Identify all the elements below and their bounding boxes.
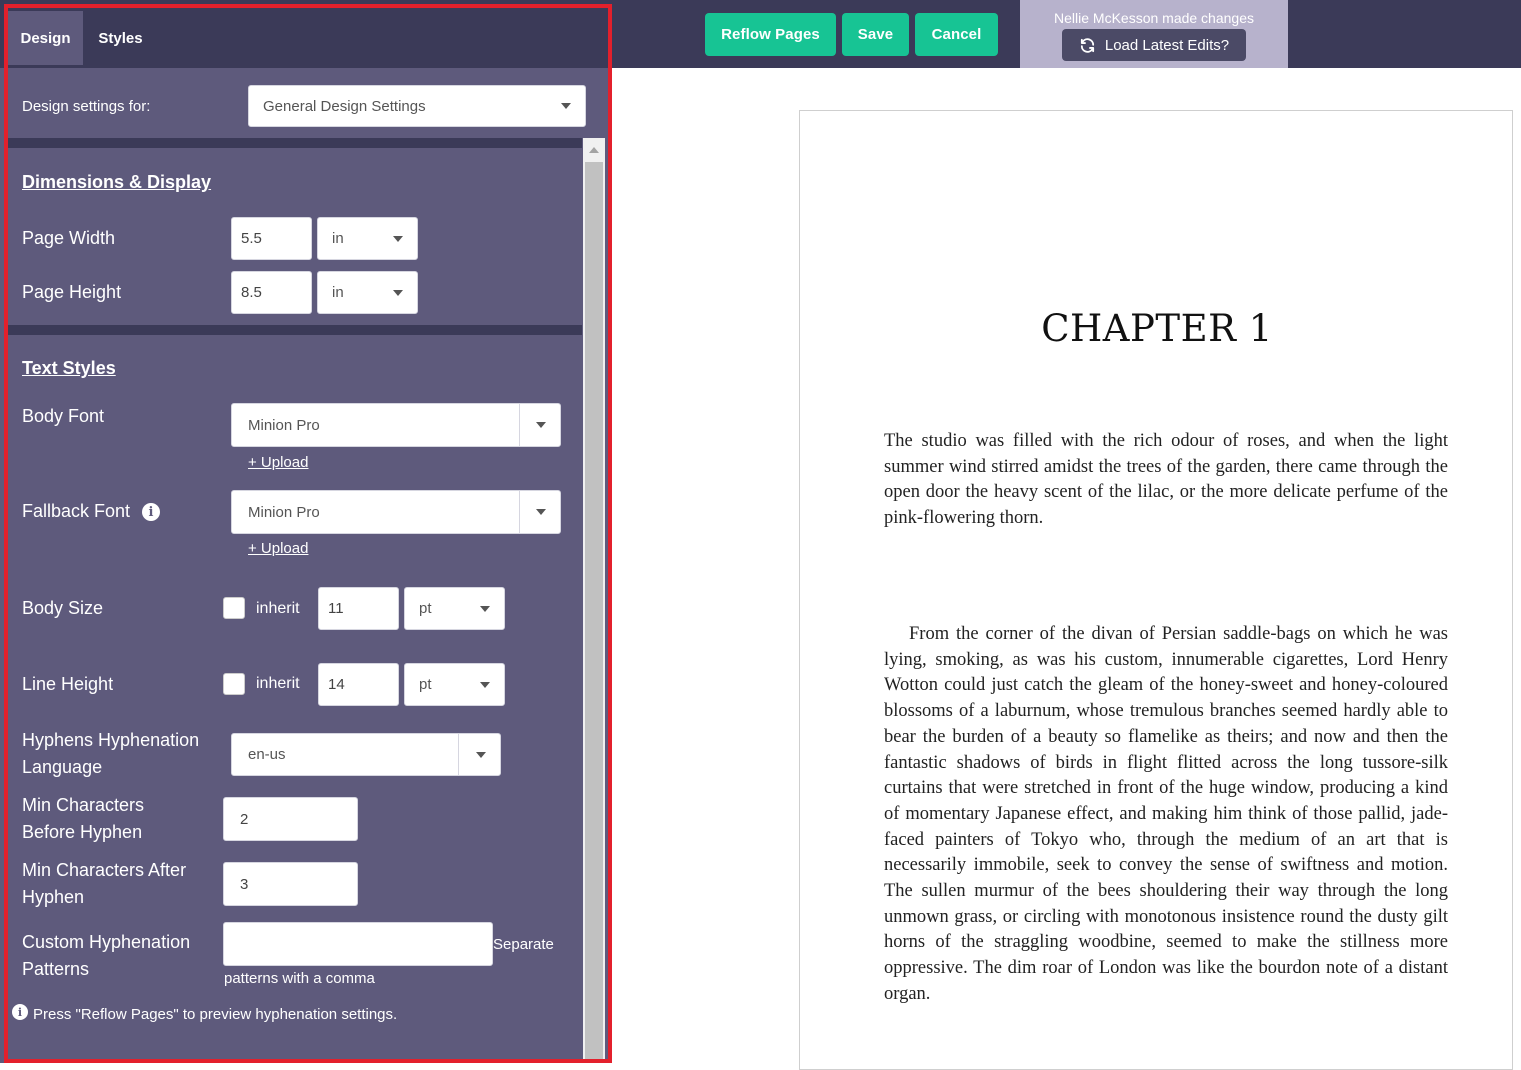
min-before-label-line2: Before Hyphen: [22, 822, 143, 842]
chevron-down-icon: [561, 103, 571, 109]
body-font-value: Minion Pro: [248, 416, 320, 434]
page-width-unit-value: in: [332, 230, 344, 247]
dimensions-heading: Dimensions & Display: [22, 172, 212, 192]
body-size-inherit-label: inherit: [256, 600, 300, 617]
page-height-unit-value: in: [332, 284, 344, 301]
text-styles-heading: Text Styles: [22, 358, 116, 378]
info-icon: i: [12, 1004, 28, 1020]
chevron-down-icon: [393, 235, 403, 242]
fallback-font-value: Minion Pro: [248, 503, 320, 521]
page-preview: CHAPTER 1 The studio was filled with the…: [799, 110, 1513, 1070]
select-divider: [519, 404, 520, 446]
refresh-icon: [1080, 37, 1094, 53]
custom-patterns-help-part2: patterns with a comma: [224, 970, 375, 987]
custom-patterns-label: Custom Hyphenation Patterns: [22, 929, 190, 983]
panel-tabs: Design Styles: [0, 0, 612, 68]
custom-patterns-label-line2: Patterns: [22, 959, 90, 979]
hyphenation-language-label-line1: Hyphens Hyphenation: [22, 730, 200, 750]
chevron-down-icon: [393, 289, 403, 296]
design-settings-for-label: Design settings for:: [22, 98, 151, 115]
body-size-unit-select[interactable]: pt: [404, 587, 505, 630]
chevron-down-icon: [480, 681, 490, 688]
design-settings-value: General Design Settings: [263, 97, 426, 115]
line-height-unit-select[interactable]: pt: [404, 663, 505, 706]
body-font-select[interactable]: Minion Pro: [231, 403, 561, 447]
load-latest-edits-button[interactable]: Load Latest Edits?: [1062, 29, 1246, 61]
body-size-unit-value: pt: [419, 600, 432, 617]
body-font-label: Body Font: [22, 406, 105, 426]
scroll-up-arrow-icon[interactable]: [589, 147, 599, 153]
reflow-note: Press "Reflow Pages" to preview hyphenat…: [33, 1006, 398, 1023]
paragraph-2: From the corner of the divan of Persian …: [884, 624, 1448, 1004]
section-divider: [8, 325, 582, 335]
hyphenation-language-label-line2: Language: [22, 757, 103, 777]
fallback-font-label: Fallback Font: [22, 501, 131, 521]
line-height-inherit-label: inherit: [256, 675, 300, 692]
min-after-label-line2: Hyphen: [22, 887, 85, 907]
custom-patterns-input[interactable]: [223, 922, 493, 966]
chevron-down-icon: [476, 751, 486, 758]
paragraph-1: The studio was filled with the rich odou…: [884, 431, 1448, 529]
save-button[interactable]: Save: [842, 13, 909, 56]
info-icon[interactable]: i: [142, 503, 160, 521]
select-divider: [519, 491, 520, 533]
hyphenation-language-label: Hyphens Hyphenation Language: [22, 727, 199, 781]
line-height-unit-value: pt: [419, 676, 432, 693]
line-height-input[interactable]: 14: [318, 663, 399, 706]
page-width-unit-select[interactable]: in: [317, 217, 418, 260]
tab-styles[interactable]: Styles: [83, 11, 158, 65]
min-before-label-line1: Min Characters: [22, 795, 145, 815]
fallback-font-upload-link[interactable]: + Upload: [248, 540, 308, 557]
design-settings-select[interactable]: General Design Settings: [248, 85, 586, 127]
panel-scrollbar-thumb[interactable]: [585, 162, 603, 1063]
chevron-down-icon: [536, 422, 546, 428]
page-height-input[interactable]: 8.5: [231, 271, 312, 314]
line-height-label: Line Height: [22, 674, 114, 694]
min-after-label-line1: Min Characters After: [22, 860, 187, 880]
notice-text: Nellie McKesson made changes: [1054, 10, 1254, 26]
page-height-label: Page Height: [22, 282, 122, 302]
chapter-title: CHAPTER 1: [1041, 307, 1273, 350]
body-size-inherit-checkbox[interactable]: [223, 597, 245, 619]
min-before-label: Min Characters Before Hyphen: [22, 792, 144, 846]
cancel-button[interactable]: Cancel: [915, 13, 998, 56]
page-width-input[interactable]: 5.5: [231, 217, 312, 260]
design-panel: Design Styles Design settings for: Gener…: [0, 0, 612, 1063]
hyphenation-language-select[interactable]: en-us: [231, 733, 501, 776]
select-divider: [458, 734, 459, 775]
min-before-input[interactable]: 2: [223, 797, 358, 841]
chevron-down-icon: [480, 605, 490, 612]
body-size-input[interactable]: 11: [318, 587, 399, 630]
body-size-label: Body Size: [22, 598, 104, 618]
chevron-down-icon: [536, 509, 546, 515]
load-latest-edits-label: Load Latest Edits?: [1104, 36, 1230, 54]
collaboration-notice: Nellie McKesson made changes Load Latest…: [1020, 0, 1288, 68]
hyphenation-language-value: en-us: [248, 746, 286, 763]
custom-patterns-label-line1: Custom Hyphenation: [22, 932, 191, 952]
fallback-font-select[interactable]: Minion Pro: [231, 490, 561, 534]
section-divider: [8, 138, 582, 148]
min-after-label: Min Characters After Hyphen: [22, 857, 186, 911]
page-height-unit-select[interactable]: in: [317, 271, 418, 314]
line-height-inherit-checkbox[interactable]: [223, 673, 245, 695]
page-width-label: Page Width: [22, 228, 116, 248]
tab-design[interactable]: Design: [8, 11, 83, 65]
reflow-pages-button[interactable]: Reflow Pages: [705, 13, 836, 56]
body-font-upload-link[interactable]: + Upload: [248, 454, 308, 471]
min-after-input[interactable]: 3: [223, 862, 358, 906]
custom-patterns-help-part1: Separate: [493, 936, 554, 953]
